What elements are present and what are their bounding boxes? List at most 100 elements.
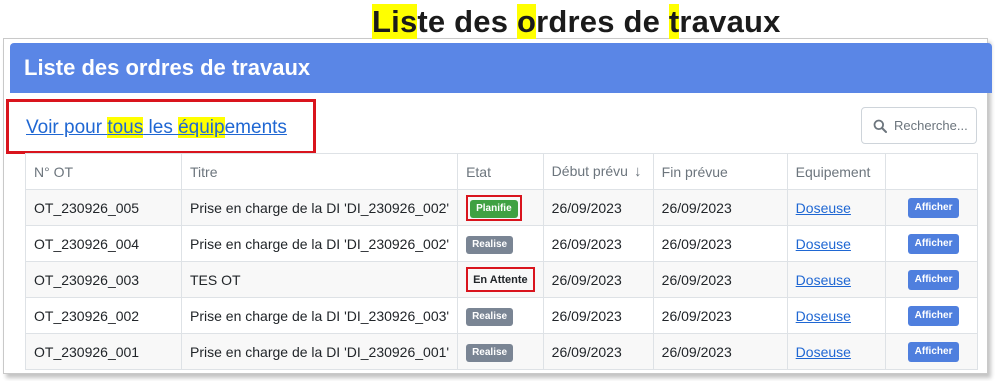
- cell-fin: 26/09/2023: [652, 297, 788, 334]
- show-button[interactable]: Afficher: [907, 270, 960, 290]
- cell-debut: 26/09/2023: [542, 333, 654, 370]
- table-header-row: N° OT Titre Etat Début prévu ↓ Fin prévue…: [25, 153, 979, 190]
- cell-action: Afficher: [884, 333, 979, 370]
- status-badge: Realise: [466, 343, 514, 362]
- cell-titre-text: Prise en charge de la DI 'DI_230926_001': [190, 343, 450, 360]
- text-segment: Voir pour: [26, 117, 108, 138]
- cell-equipement: Doseuse: [786, 189, 886, 226]
- highlighted-text: Lis: [372, 4, 418, 39]
- cell-num: OT_230926_005: [25, 189, 182, 226]
- cell-fin-text: 26/09/2023: [661, 343, 732, 360]
- header-equipement[interactable]: Equipement: [786, 153, 886, 190]
- cell-equipement: Doseuse: [786, 297, 886, 334]
- header-titre[interactable]: Titre: [180, 153, 459, 190]
- cell-etat: Realise: [457, 333, 544, 370]
- cell-fin: 26/09/2023: [652, 225, 788, 262]
- equipment-link[interactable]: Doseuse: [796, 236, 851, 252]
- text-segment: ements: [224, 117, 287, 138]
- header-debut[interactable]: Début prévu ↓: [542, 153, 654, 190]
- highlighted-text: équip: [178, 117, 225, 138]
- header-num-label: N° OT: [34, 163, 74, 180]
- text-segment: te des: [417, 4, 517, 39]
- work-orders-table: N° OT Titre Etat Début prévu ↓ Fin prévue…: [25, 153, 979, 370]
- cell-debut: 26/09/2023: [542, 297, 654, 334]
- cell-titre-text: TES OT: [190, 271, 241, 288]
- cell-debut: 26/09/2023: [542, 189, 654, 226]
- header-action: [884, 153, 979, 190]
- highlighted-text: o: [517, 4, 537, 39]
- header-num[interactable]: N° OT: [25, 153, 182, 190]
- show-button[interactable]: Afficher: [907, 306, 960, 326]
- cell-titre: Prise en charge de la DI 'DI_230926_002': [180, 189, 459, 226]
- cell-debut: 26/09/2023: [542, 261, 654, 298]
- header-etat-label: Etat: [466, 163, 491, 180]
- cell-action: Afficher: [884, 225, 979, 262]
- search-icon: [873, 119, 887, 133]
- highlighted-text: t: [668, 4, 680, 39]
- table-body: OT_230926_005 Prise en charge de la DI 'D…: [25, 189, 979, 370]
- header-fin-label: Fin prévue: [661, 163, 728, 180]
- cell-fin: 26/09/2023: [652, 333, 788, 370]
- all-equipment-link[interactable]: Voir pour tous les équipements: [26, 117, 287, 139]
- text-segment: ravaux: [679, 4, 781, 39]
- cell-num-text: OT_230926_002: [34, 307, 140, 324]
- cell-num-text: OT_230926_003: [34, 271, 140, 288]
- highlighted-text: tous: [107, 117, 144, 138]
- table-row: OT_230926_003 TES OT En Attente 26/09/2023 2…: [25, 261, 979, 298]
- text-segment: rdres de: [536, 4, 669, 39]
- equipment-link[interactable]: Doseuse: [796, 200, 851, 216]
- cell-debut-text: 26/09/2023: [551, 235, 622, 252]
- cell-fin: 26/09/2023: [652, 261, 788, 298]
- header-equipement-label: Equipement: [795, 163, 871, 180]
- header-titre-label: Titre: [190, 163, 218, 180]
- cell-equipement: Doseuse: [786, 261, 886, 298]
- cell-titre: TES OT: [180, 261, 459, 298]
- cell-equipement: Doseuse: [786, 225, 886, 262]
- table-row: OT_230926_004 Prise en charge de la DI 'D…: [25, 225, 979, 262]
- show-button[interactable]: Afficher: [907, 198, 960, 218]
- cell-debut-text: 26/09/2023: [551, 343, 622, 360]
- header-fin[interactable]: Fin prévue: [652, 153, 788, 190]
- cell-titre: Prise en charge de la DI 'DI_230926_003': [180, 297, 459, 334]
- cell-equipement: Doseuse: [786, 333, 886, 370]
- equipment-link[interactable]: Doseuse: [796, 272, 851, 288]
- cell-titre-text: Prise en charge de la DI 'DI_230926_003': [190, 307, 450, 324]
- cell-titre-text: Prise en charge de la DI 'DI_230926_002': [190, 199, 450, 216]
- cell-num: OT_230926_003: [25, 261, 182, 298]
- cell-debut-text: 26/09/2023: [551, 271, 622, 288]
- page-title: Liste des ordres de travaux: [372, 4, 781, 40]
- equipment-link[interactable]: Doseuse: [796, 308, 851, 324]
- cell-num-text: OT_230926_005: [34, 199, 140, 216]
- cell-debut-text: 26/09/2023: [551, 307, 622, 324]
- equipment-link[interactable]: Doseuse: [796, 344, 851, 360]
- cell-num-text: OT_230926_004: [34, 235, 140, 252]
- annotation-box-status: En Attente: [466, 267, 535, 292]
- cell-etat: Realise: [457, 225, 544, 262]
- status-badge: Realise: [466, 235, 514, 254]
- show-button[interactable]: Afficher: [907, 342, 960, 362]
- cell-titre-text: Prise en charge de la DI 'DI_230926_002': [190, 235, 450, 252]
- header-etat[interactable]: Etat: [457, 153, 544, 190]
- cell-debut: 26/09/2023: [542, 225, 654, 262]
- cell-etat: Planifie: [457, 189, 544, 226]
- table-row: OT_230926_001 Prise en charge de la DI 'D…: [25, 333, 979, 370]
- cell-num: OT_230926_002: [25, 297, 182, 334]
- search-box[interactable]: [861, 107, 977, 144]
- sort-arrow-icon: ↓: [633, 163, 642, 180]
- text-segment: les: [143, 117, 179, 138]
- cell-titre: Prise en charge de la DI 'DI_230926_002': [180, 225, 459, 262]
- cell-action: Afficher: [884, 261, 979, 298]
- search-input[interactable]: [894, 118, 972, 133]
- cell-etat: Realise: [457, 297, 544, 334]
- status-badge: En Attente: [473, 274, 528, 286]
- cell-debut-text: 26/09/2023: [551, 199, 622, 216]
- card-header: Liste des ordres de travaux: [10, 43, 992, 93]
- header-debut-label: Début prévu: [551, 163, 628, 179]
- cell-etat: En Attente: [457, 261, 544, 298]
- cell-titre: Prise en charge de la DI 'DI_230926_001': [180, 333, 459, 370]
- table-row: OT_230926_002 Prise en charge de la DI 'D…: [25, 297, 979, 334]
- cell-num: OT_230926_001: [25, 333, 182, 370]
- show-button[interactable]: Afficher: [907, 234, 960, 254]
- cell-num-text: OT_230926_001: [34, 343, 140, 360]
- card-header-title: Liste des ordres de travaux: [24, 55, 311, 80]
